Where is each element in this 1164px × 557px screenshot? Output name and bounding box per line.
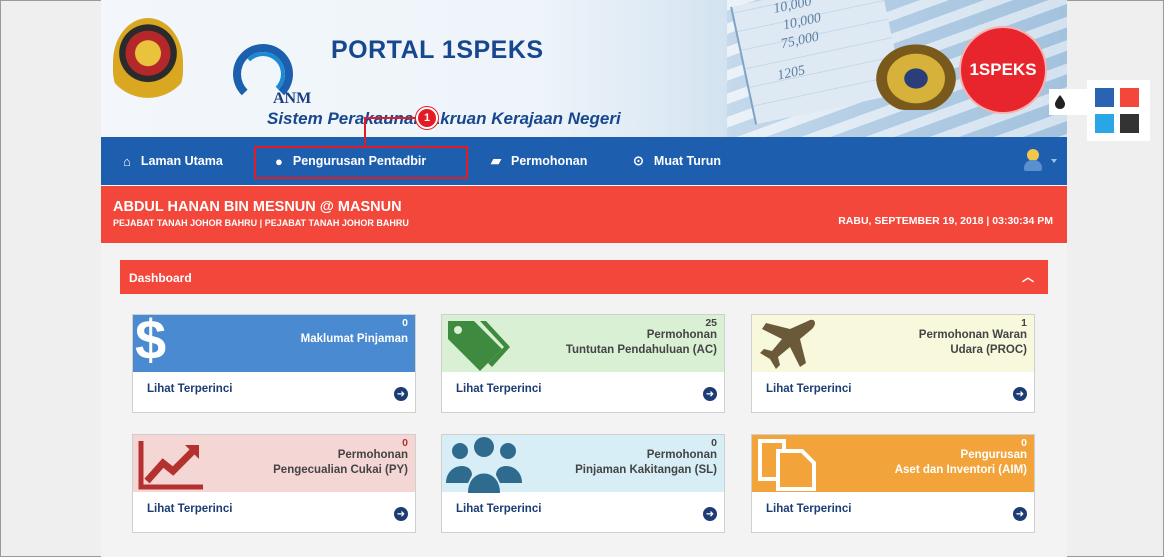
dollar-icon: $ (135, 308, 167, 371)
download-icon: ⊙ (633, 153, 644, 168)
card-title: Permohonan Tuntutan Pendahuluan (AC) (565, 329, 717, 356)
view-details-link[interactable]: Lihat Terperinci (147, 503, 232, 515)
view-details-link[interactable]: Lihat Terperinci (456, 503, 541, 515)
card-tuntutan-pendahuluan: 25 Permohonan Tuntutan Pendahuluan (AC) L… (441, 314, 725, 413)
card-header: 25 Permohonan Tuntutan Pendahuluan (AC) (442, 315, 724, 372)
tag-icon (446, 317, 510, 376)
dashboard-title: Dashboard (129, 271, 192, 285)
highlight-box (254, 146, 468, 179)
arrow-circle-right-icon[interactable]: ➜ (394, 507, 408, 521)
chevron-down-icon[interactable] (1051, 159, 1057, 163)
portal-subtitle: Sistem Perakaunan Akruan Kerajaan Negeri (267, 109, 621, 128)
theme-panel (1087, 80, 1150, 141)
theme-toggle-button[interactable] (1049, 89, 1087, 115)
theme-swatch-lightblue[interactable] (1095, 114, 1114, 133)
callout-line (364, 117, 366, 147)
card-count: 0 (402, 317, 408, 329)
nav-item-muat-turun[interactable]: ⊙ Muat Turun (633, 137, 721, 185)
user-avatar-menu[interactable] (1023, 149, 1043, 171)
chevron-up-icon[interactable]: ︿ (1022, 268, 1034, 285)
arrow-circle-right-icon[interactable]: ➜ (703, 507, 717, 521)
theme-swatch-dark[interactable] (1120, 114, 1139, 133)
user-info-bar: ABDUL HANAN BIN MESNUN @ MASNUN PEJABAT … (101, 186, 1067, 243)
view-details-link[interactable]: Lihat Terperinci (147, 383, 232, 395)
header-banner: 10,000 10,000 75,000 1205 ANM PORTAL 1SP… (101, 0, 1067, 137)
card-title: Pengurusan Aset dan Inventori (AIM) (894, 449, 1027, 476)
sheet-number: 1205 (776, 63, 807, 84)
user-name: ABDUL HANAN BIN MESNUN @ MASNUN (113, 199, 402, 215)
portal-title: PORTAL 1SPEKS (331, 36, 544, 64)
arrow-circle-right-icon[interactable]: ➜ (394, 387, 408, 401)
johor-crest-logo (871, 40, 961, 110)
droplet-icon (1055, 95, 1065, 109)
nav-item-label: Permohonan (511, 154, 588, 168)
card-header: 1 Permohonan Waran Udara (PROC) (752, 315, 1034, 372)
chart-line-icon (137, 437, 207, 496)
card-title: Permohonan Waran Udara (PROC) (918, 329, 1027, 356)
main-nav: ⌂ Laman Utama ● Pengurusan Pentadbir ▰ P… (101, 137, 1067, 185)
view-details-link[interactable]: Lihat Terperinci (766, 383, 851, 395)
card-title: Permohonan Pengecualian Cukai (PY) (273, 449, 408, 476)
card-maklumat-pinjaman: $ 0 Maklumat Pinjaman Lihat Terperinci ➜ (132, 308, 416, 413)
arrow-circle-right-icon[interactable]: ➜ (1013, 387, 1027, 401)
users-icon (446, 437, 522, 498)
home-icon: ⌂ (123, 153, 131, 169)
step-badge: 1 (416, 107, 438, 129)
plane-icon (756, 317, 816, 374)
copy-icon (756, 437, 818, 496)
card-header: 0 Pengurusan Aset dan Inventori (AIM) (752, 435, 1034, 492)
arrow-circle-right-icon[interactable]: ➜ (703, 387, 717, 401)
card-header: 0 Permohonan Pinjaman Kakitangan (SL) (442, 435, 724, 493)
callout-line (364, 117, 422, 119)
nav-item-label: Muat Turun (653, 154, 722, 168)
card-pengecualian-cukai: 0 Permohonan Pengecualian Cukai (PY) Liha… (132, 434, 416, 533)
view-details-link[interactable]: Lihat Terperinci (456, 383, 541, 395)
user-office: PEJABAT TANAH JOHOR BAHRU | PEJABAT TANA… (113, 218, 409, 228)
current-datetime: RABU, SEPTEMBER 19, 2018 | 03:30:34 PM (838, 215, 1053, 227)
book-icon: ▰ (491, 153, 501, 168)
card-title: Maklumat Pinjaman (300, 333, 408, 345)
portal-page: 10,000 10,000 75,000 1205 ANM PORTAL 1SP… (101, 0, 1067, 557)
anm-label: ANM (273, 90, 312, 107)
card-header: 0 Permohonan Pengecualian Cukai (PY) (133, 435, 415, 492)
card-header: $ 0 Maklumat Pinjaman (133, 308, 415, 372)
nav-item-label: Laman Utama (140, 154, 223, 168)
view-details-link[interactable]: Lihat Terperinci (766, 503, 851, 515)
theme-swatch-blue[interactable] (1095, 88, 1114, 107)
card-pinjaman-kakitangan: 0 Permohonan Pinjaman Kakitangan (SL) Lih… (441, 434, 725, 533)
coat-of-arms-malaysia-logo (113, 18, 183, 106)
nav-item-permohonan[interactable]: ▰ Permohonan (491, 137, 587, 185)
1speks-logo: 1SPEKS (961, 28, 1045, 112)
card-aset-inventori: 0 Pengurusan Aset dan Inventori (AIM) Lih… (751, 434, 1035, 533)
arrow-circle-right-icon[interactable]: ➜ (1013, 507, 1027, 521)
dashboard-panel-header: Dashboard ︿ (120, 260, 1048, 294)
nav-item-laman-utama[interactable]: ⌂ Laman Utama (123, 137, 223, 185)
theme-swatch-red[interactable] (1120, 88, 1139, 107)
card-waran-udara: 1 Permohonan Waran Udara (PROC) Lihat Ter… (751, 314, 1035, 413)
card-title: Permohonan Pinjaman Kakitangan (SL) (575, 449, 717, 476)
